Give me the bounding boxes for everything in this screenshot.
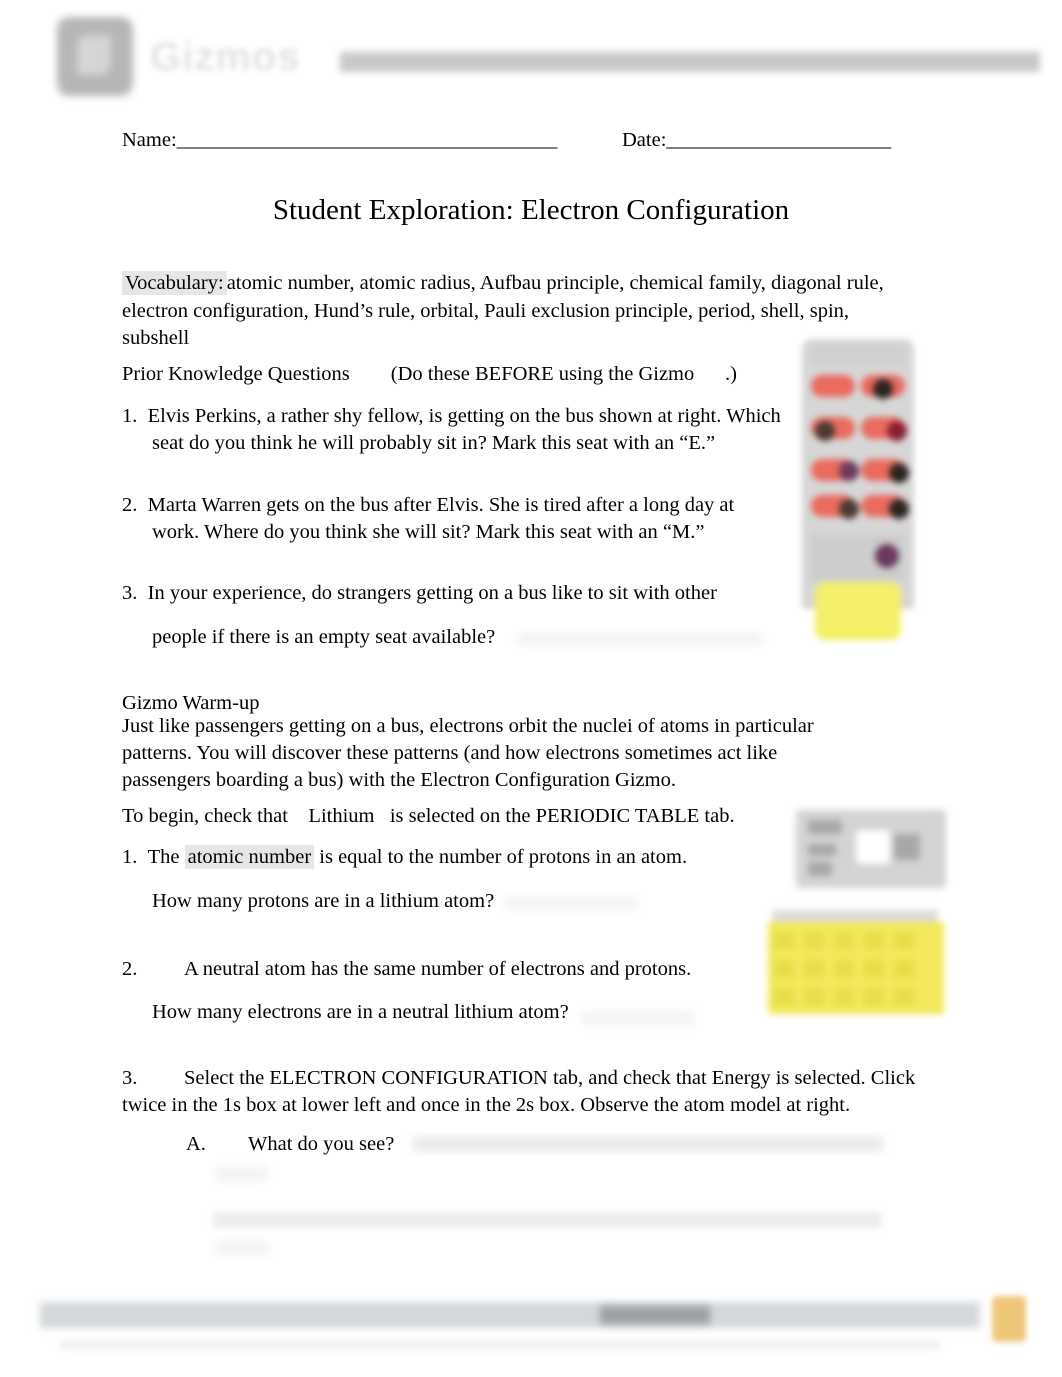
page-title: Student Exploration: Electron Configurat… — [272, 194, 790, 226]
question-3-continuation: people if there is an empty seat availab… — [152, 626, 496, 648]
answer-redaction-line-3 — [213, 1212, 881, 1228]
gizmo-panel-label — [808, 820, 842, 834]
prior-knowledge-question-3: 3. In your experience, do strangers gett… — [122, 580, 822, 607]
periodic-cell — [894, 960, 914, 978]
bus-rear-bench — [811, 345, 905, 365]
gizmos-wordmark: Gizmos — [150, 35, 301, 79]
name-label: Name: — [122, 129, 177, 151]
warmup-item-3: 3. Select the ELECTRON CONFIGURATION tab,… — [122, 1065, 932, 1119]
document-page: Gizmos Name:____________________________… — [0, 0, 1062, 1377]
periodic-cell — [774, 988, 794, 1006]
answer-redaction-line-4 — [215, 1240, 269, 1256]
footer-secondary-line — [60, 1340, 940, 1350]
question-3-number: 3. — [122, 582, 138, 604]
prior-knowledge-heading: Prior Knowledge Questions (Do these BEFO… — [122, 363, 737, 385]
prior-knowledge-question-1: 1. Elvis Perkins, a rather shy fellow, i… — [122, 403, 782, 457]
name-field-row: Name:___________________________________… — [122, 127, 557, 154]
warmup-item-1-lead: The — [147, 846, 185, 868]
bus-seat — [811, 375, 855, 397]
vocabulary-label: Vocabulary: — [122, 271, 227, 295]
warmup-item-1-number: 1. — [122, 846, 138, 868]
periodic-cell — [804, 960, 824, 978]
passenger-head — [839, 499, 859, 519]
warmup-item-1-rest: is equal to the number of protons in an … — [314, 846, 688, 868]
name-blank-rule[interactable]: _______________________________________ — [177, 129, 558, 151]
warmup-item-3-text: Select the ELECTRON CONFIGURATION tab, a… — [122, 1067, 916, 1116]
sub-a-letter: A. — [186, 1133, 206, 1155]
document-header: Gizmos — [0, 0, 1062, 112]
prior-knowledge-question-2: 2. Marta Warren gets on the bus after El… — [122, 492, 782, 546]
date-field-row: Date:_______________________ — [622, 127, 891, 154]
periodic-cell — [834, 960, 854, 978]
date-label: Date: — [622, 129, 667, 151]
periodic-cell — [834, 932, 854, 950]
sub-a-text: What do you see? — [248, 1133, 395, 1155]
footer-bar — [40, 1302, 980, 1328]
periodic-cell — [864, 960, 884, 978]
passenger-head — [839, 461, 859, 481]
periodic-cell — [774, 932, 794, 950]
vocabulary-block: Vocabulary: atomic number, atomic radius,… — [122, 270, 912, 353]
gizmo-warmup-body: Just like passengers getting on a bus, e… — [122, 715, 814, 791]
gizmo-element-display — [856, 830, 890, 864]
gizmo-panel-label — [808, 844, 836, 856]
warmup-item-3-number: 3. — [122, 1067, 138, 1089]
footer-corner-tab — [992, 1296, 1026, 1342]
periodic-cell — [834, 988, 854, 1006]
answer-redaction-q3 — [518, 632, 762, 646]
bus-driver-area — [815, 582, 901, 640]
warmup-item-2-number: 2. — [122, 958, 138, 980]
answer-redaction-electrons — [582, 1011, 694, 1026]
vocabulary-terms: atomic number, atomic radius, Aufbau pri… — [122, 272, 884, 349]
answer-redaction-protons — [505, 896, 637, 910]
periodic-cell — [864, 988, 884, 1006]
passenger-head — [873, 379, 893, 399]
passenger-head — [815, 421, 835, 441]
warmup-item-2-subquestion: How many electrons are in a neutral lith… — [152, 1001, 569, 1023]
bus-seating-diagram-image — [797, 339, 919, 649]
warmup-item-1: 1. The atomic number is equal to the num… — [122, 844, 822, 871]
atomic-number-highlight: atomic number — [184, 845, 315, 869]
question-2-text: Marta Warren gets on the bus after Elvis… — [147, 494, 735, 543]
question-2-number: 2. — [122, 494, 138, 516]
gizmos-logo-icon — [57, 17, 133, 96]
passenger-head — [887, 421, 907, 441]
warmup-item-2-text: A neutral atom has the same number of el… — [184, 958, 692, 980]
periodic-cell — [774, 960, 794, 978]
gizmo-periodic-grid — [768, 922, 944, 1014]
answer-redaction-line-1 — [413, 1136, 883, 1152]
periodic-cell — [804, 988, 824, 1006]
warmup-item-3-sub-a: A. What do you see? — [186, 1131, 394, 1158]
periodic-cell — [864, 932, 884, 950]
passenger-head — [875, 544, 899, 568]
question-1-number: 1. — [122, 405, 138, 427]
document-footer — [0, 1286, 1062, 1377]
passenger-head — [889, 499, 909, 519]
to-begin-instruction: To begin, check that Lithium is selected… — [122, 805, 735, 827]
gizmo-panel-icon — [894, 834, 920, 860]
periodic-cell — [894, 932, 914, 950]
gizmo-periodic-table-screenshot — [766, 806, 956, 1026]
periodic-cell — [804, 932, 824, 950]
question-3-text: In your experience, do strangers getting… — [147, 582, 717, 604]
header-divider-bar — [340, 52, 1040, 72]
logo-glyph — [77, 35, 111, 75]
footer-emphasis-block — [600, 1306, 710, 1324]
periodic-cell — [894, 988, 914, 1006]
warmup-item-2: 2. A neutral atom has the same number of … — [122, 956, 822, 983]
passenger-head — [889, 463, 909, 483]
date-blank-rule[interactable]: _______________________ — [666, 129, 891, 151]
gizmo-panel-label — [808, 862, 832, 876]
answer-redaction-line-2 — [215, 1166, 267, 1182]
question-1-text: Elvis Perkins, a rather shy fellow, is g… — [147, 405, 781, 454]
